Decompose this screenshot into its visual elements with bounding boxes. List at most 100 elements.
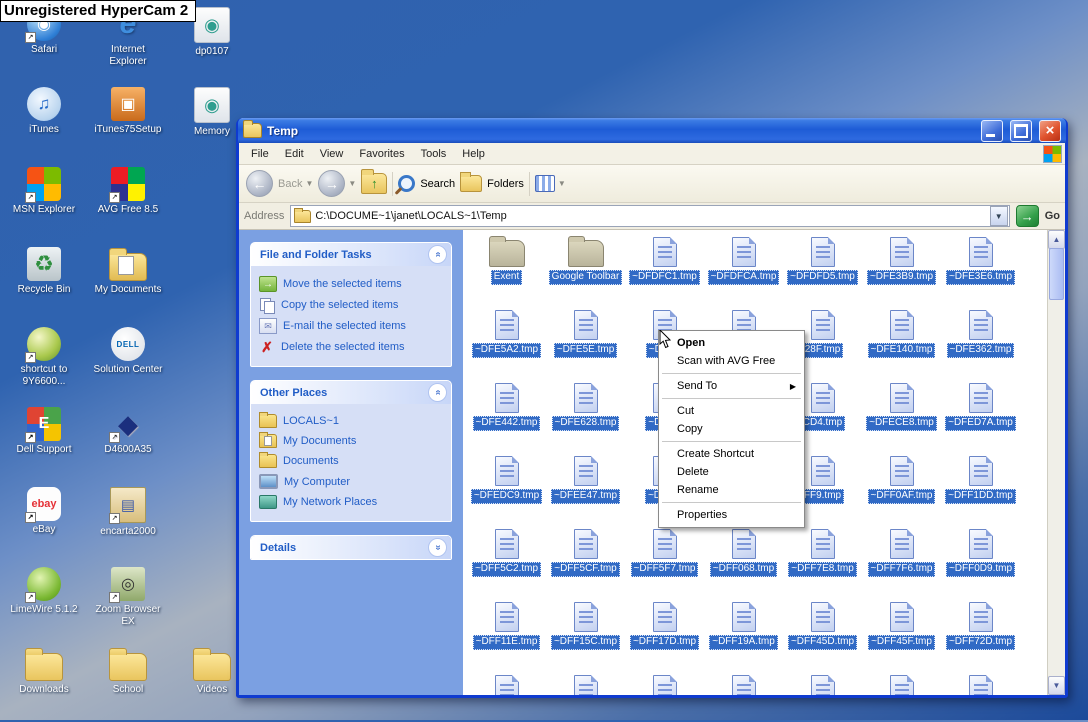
menu-item[interactable]: File	[243, 145, 277, 163]
desktop-icon[interactable]: Downloads	[2, 642, 86, 722]
desktop-icon[interactable]: ◎ Zoom Browser EX	[86, 562, 170, 642]
file-item[interactable]: ~DFED7A.tmp	[941, 381, 1020, 454]
search-label[interactable]: Search	[420, 178, 455, 190]
desktop-icon[interactable]: DELL Solution Center	[86, 322, 170, 402]
task-link[interactable]: Delete the selected items	[258, 337, 445, 357]
file-item[interactable]: ~DFE442.tmp	[467, 381, 546, 454]
desktop-icon[interactable]: shortcut to 9Y6600...	[2, 322, 86, 402]
file-item[interactable]: ~DFF1DD.tmp	[941, 454, 1020, 527]
file-item[interactable]: ~DFF7E8.tmp	[783, 527, 862, 600]
task-link[interactable]: Copy the selected items	[258, 295, 445, 315]
forward-button[interactable]: →	[318, 170, 346, 197]
file-item[interactable]: ~DFDFCA.tmp	[704, 235, 783, 308]
file-item[interactable]: Google Toolbar	[546, 235, 625, 308]
context-menu-item[interactable]	[662, 502, 801, 503]
views-dropdown-icon[interactable]: ▼	[558, 179, 566, 188]
file-item[interactable]	[625, 673, 704, 695]
up-button[interactable]: ↑	[361, 169, 388, 194]
file-item[interactable]: ~DFF7F6.tmp	[862, 527, 941, 600]
place-link[interactable]: LOCALS~1	[258, 411, 445, 431]
file-item[interactable]: ~DFE5A2.tmp	[467, 308, 546, 381]
context-menu-item[interactable]	[662, 441, 801, 442]
folders-label[interactable]: Folders	[487, 178, 524, 190]
menu-item[interactable]: Help	[454, 145, 493, 163]
context-menu-item[interactable]: Open	[659, 334, 804, 352]
file-tasks-header[interactable]: File and Folder Tasks	[251, 243, 451, 266]
back-dropdown-icon[interactable]: ▼	[305, 179, 313, 188]
task-link[interactable]: E-mail the selected items	[258, 315, 445, 337]
context-menu-item[interactable]: Cut	[659, 402, 804, 420]
scroll-up-icon[interactable]: ▲	[1048, 230, 1065, 249]
other-places-header[interactable]: Other Places	[251, 381, 451, 404]
file-item[interactable]	[467, 673, 546, 695]
scroll-down-icon[interactable]: ▼	[1048, 676, 1065, 695]
collapse-chevron-icon[interactable]	[428, 383, 447, 402]
file-item[interactable]: ~DFE5E.tmp	[546, 308, 625, 381]
context-menu-item[interactable]: Delete	[659, 463, 804, 481]
desktop-icon[interactable]: ▣ iTunes75Setup	[86, 82, 170, 162]
task-link[interactable]: Move the selected items	[258, 273, 445, 295]
address-path[interactable]: C:\DOCUME~1\janet\LOCALS~1\Temp	[315, 210, 985, 222]
context-menu-item[interactable]: Copy	[659, 420, 804, 438]
menu-item[interactable]: Edit	[277, 145, 312, 163]
desktop-icon[interactable]: My Documents	[86, 242, 170, 322]
file-item[interactable]: ~DFE3E6.tmp	[941, 235, 1020, 308]
file-item[interactable]: ~DFEE47.tmp	[546, 454, 625, 527]
desktop-icon[interactable]: ♫ iTunes	[2, 82, 86, 162]
file-item[interactable]: ~DFE3B9.tmp	[862, 235, 941, 308]
file-item[interactable]: ~DFE140.tmp	[862, 308, 941, 381]
file-item[interactable]: ~DFF068.tmp	[704, 527, 783, 600]
address-input[interactable]: C:\DOCUME~1\janet\LOCALS~1\Temp ▼	[290, 205, 1010, 227]
file-item[interactable]: ~DFF0D9.tmp	[941, 527, 1020, 600]
file-item[interactable]	[862, 673, 941, 695]
file-item[interactable]: ~DFF17D.tmp	[625, 600, 704, 673]
title-bar[interactable]: Temp ×	[238, 118, 1066, 143]
file-item[interactable]: ~DFE628.tmp	[546, 381, 625, 454]
context-menu-item[interactable]: Rename	[659, 481, 804, 499]
file-item[interactable]: ~DFF19A.tmp	[704, 600, 783, 673]
context-menu-item[interactable]	[662, 398, 801, 399]
collapse-chevron-icon[interactable]	[428, 245, 447, 264]
file-item[interactable]: ~DFF11E.tmp	[467, 600, 546, 673]
views-icon[interactable]	[534, 175, 555, 192]
desktop-icon[interactable]: School	[86, 642, 170, 722]
maximize-button[interactable]	[1010, 119, 1032, 142]
file-item[interactable]	[941, 673, 1020, 695]
menu-item[interactable]: Favorites	[351, 145, 412, 163]
file-item[interactable]: ~DFF5F7.tmp	[625, 527, 704, 600]
context-menu-item[interactable]	[662, 373, 801, 374]
context-menu-item[interactable]: Create Shortcut	[659, 445, 804, 463]
file-item[interactable]: ~DFF5C2.tmp	[467, 527, 546, 600]
desktop-icon[interactable]: MSN Explorer	[2, 162, 86, 242]
desktop-icon[interactable]: LimeWire 5.1.2	[2, 562, 86, 642]
desktop-icon[interactable]: E Dell Support	[2, 402, 86, 482]
desktop-icon[interactable]: ebay eBay	[2, 482, 86, 562]
file-item[interactable]: ~DFF45D.tmp	[783, 600, 862, 673]
file-item[interactable]	[704, 673, 783, 695]
file-item[interactable]: ~DFECE8.tmp	[862, 381, 941, 454]
place-link[interactable]: My Network Places	[258, 492, 445, 512]
file-item[interactable]: ~DFDFD5.tmp	[783, 235, 862, 308]
desktop-icon[interactable]: AVG Free 8.5	[86, 162, 170, 242]
file-item[interactable]	[546, 673, 625, 695]
menu-item[interactable]: View	[312, 145, 352, 163]
file-item[interactable]: ~DFF15C.tmp	[546, 600, 625, 673]
file-item[interactable]: ~DFF5CF.tmp	[546, 527, 625, 600]
desktop-icon[interactable]: ◆ D4600A35	[86, 402, 170, 482]
address-dropdown-icon[interactable]: ▼	[989, 206, 1008, 226]
place-link[interactable]: Documents	[258, 451, 445, 471]
file-item[interactable]: ~DFF0AF.tmp	[862, 454, 941, 527]
context-menu-item[interactable]: Scan with AVG Free	[659, 352, 804, 370]
place-link[interactable]: My Documents	[258, 431, 445, 451]
place-link[interactable]: My Computer	[258, 471, 445, 492]
file-item[interactable]: ~DFEDC9.tmp	[467, 454, 546, 527]
scrollbar-thumb[interactable]	[1049, 248, 1064, 300]
menu-item[interactable]: Tools	[413, 145, 455, 163]
file-item[interactable]: ~DFDFC1.tmp	[625, 235, 704, 308]
expand-chevron-icon[interactable]	[428, 538, 447, 557]
go-button[interactable]: →	[1015, 205, 1039, 227]
file-item[interactable]: ~DFF45F.tmp	[862, 600, 941, 673]
search-icon[interactable]	[398, 175, 416, 192]
forward-dropdown-icon[interactable]: ▼	[348, 179, 356, 188]
vertical-scrollbar[interactable]: ▲ ▼	[1047, 230, 1065, 695]
